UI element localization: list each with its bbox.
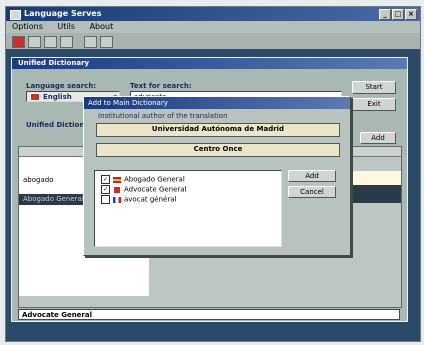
item-label: avocat général [124, 195, 177, 204]
title-bar: Language Serves _ □ × [6, 7, 420, 21]
checkbox-checked-icon[interactable]: ✓ [101, 185, 110, 194]
window-title: Language Serves [24, 9, 102, 18]
child-window-title: Unified Dictionary [12, 58, 407, 69]
checkbox-unchecked-icon[interactable] [101, 195, 110, 204]
maximize-icon[interactable]: □ [392, 9, 404, 20]
institution-field-2[interactable]: Centro Once [96, 143, 340, 157]
menu-bar: Options Utils About [6, 21, 420, 33]
language-value: English [43, 93, 72, 101]
language-search-label: Language search: [26, 82, 97, 90]
dialog-add-button[interactable]: Add [288, 170, 336, 182]
institution-group-label: Institutional author of the translation [98, 112, 228, 120]
dictionary-icon[interactable] [12, 36, 25, 48]
window-controls: _ □ × [379, 9, 417, 20]
side-cell-selected [349, 185, 401, 203]
edit-icon[interactable] [44, 36, 57, 48]
add-button[interactable]: Add [360, 132, 396, 144]
translation-listbox: ✓ Abogado General ✓ Advocate General avoca… [94, 170, 282, 247]
institution-field-1[interactable]: Universidad Autónoma de Madrid [96, 123, 340, 137]
text-search-label: Text for search: [130, 82, 192, 90]
side-cell [349, 171, 401, 185]
status-field: Advocate General [18, 309, 400, 320]
settings-icon[interactable] [100, 36, 113, 48]
list-item[interactable]: avocat général [101, 195, 176, 204]
toolbar [6, 33, 420, 49]
app-icon [10, 10, 21, 20]
add-to-dictionary-dialog: Add to Main Dictionary Institutional aut… [83, 96, 351, 256]
item-label: Abogado General [124, 175, 185, 184]
menu-options[interactable]: Options [12, 22, 43, 31]
side-column [349, 157, 401, 296]
spain-flag-icon [113, 176, 121, 183]
copy-icon[interactable] [60, 36, 73, 48]
close-icon[interactable]: × [405, 9, 417, 20]
dialog-title: Add to Main Dictionary [84, 97, 350, 109]
france-flag-icon [113, 196, 121, 203]
list-item[interactable]: ✓ Advocate General [101, 185, 187, 194]
start-button[interactable]: Start [352, 81, 396, 94]
minimize-icon[interactable]: _ [379, 9, 391, 20]
menu-utils[interactable]: Utils [57, 22, 75, 31]
item-label: Advocate General [124, 185, 187, 194]
list-item[interactable]: ✓ Abogado General [101, 175, 185, 184]
checkbox-checked-icon[interactable]: ✓ [101, 175, 110, 184]
dialog-cancel-button[interactable]: Cancel [288, 186, 336, 198]
document-icon[interactable] [28, 36, 41, 48]
mdi-background [6, 49, 420, 57]
uk-flag-icon [30, 93, 40, 101]
menu-about[interactable]: About [90, 22, 114, 31]
uk-flag-icon [113, 185, 121, 194]
globe-icon[interactable] [84, 36, 97, 48]
exit-button[interactable]: Exit [352, 98, 396, 111]
